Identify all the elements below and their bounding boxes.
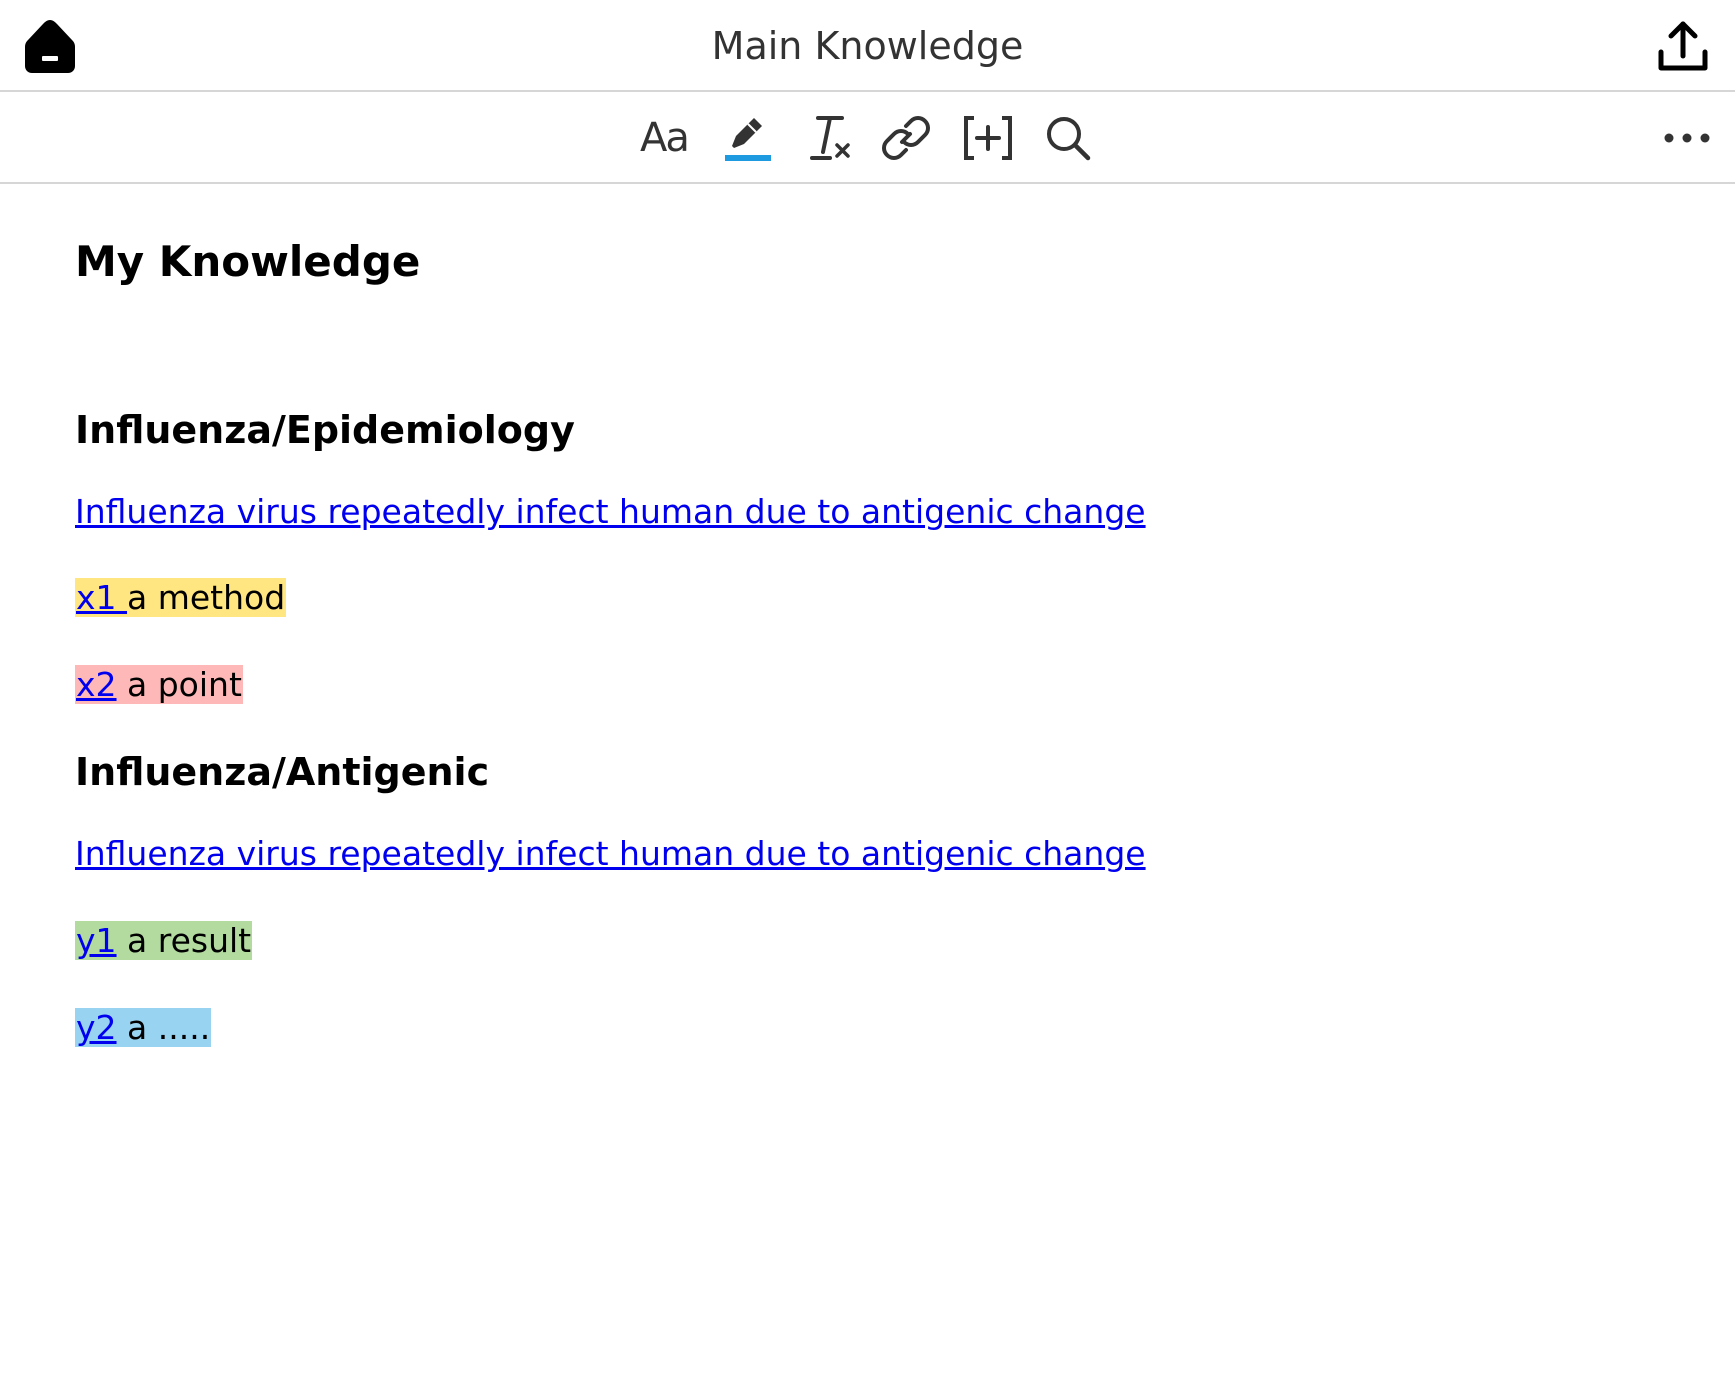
list-item: y1 a result [75, 919, 253, 963]
search-icon[interactable] [1042, 112, 1094, 164]
window-title: Main Knowledge [711, 24, 1024, 68]
item-link[interactable]: x2 [76, 665, 117, 704]
item-text: a method [127, 578, 286, 617]
item-link[interactable]: y2 [76, 1008, 117, 1047]
link-icon[interactable] [880, 112, 932, 164]
share-upload-icon[interactable] [1655, 18, 1711, 74]
highlighted-item: x2 a point [75, 665, 243, 704]
item-link[interactable]: x1 [76, 578, 127, 617]
paragraph: Influenza virus repeatedly infect human … [75, 490, 1146, 534]
list-item: y2 a ..... [75, 1006, 212, 1050]
note-link[interactable]: Influenza virus repeatedly infect human … [75, 492, 1146, 531]
document-title: My Knowledge [75, 237, 421, 286]
list-item: x1 a method [75, 576, 287, 620]
section-heading: Influenza/Epidemiology [75, 408, 575, 452]
note-link[interactable]: Influenza virus repeatedly infect human … [75, 834, 1146, 873]
section-heading: Influenza/Antigenic [75, 750, 490, 794]
highlight-color-swatch [725, 155, 771, 161]
highlighted-item: y1 a result [75, 921, 253, 960]
font-style-label: Aa [640, 115, 690, 161]
clear-format-icon[interactable] [804, 112, 856, 164]
list-item: x2 a point [75, 663, 243, 707]
more-icon[interactable] [1659, 120, 1715, 156]
item-link[interactable]: y1 [76, 921, 117, 960]
highlighter-icon[interactable] [722, 112, 774, 164]
paragraph: Influenza virus repeatedly infect human … [75, 832, 1146, 876]
formatting-toolbar: Aa [0, 92, 1735, 184]
insert-bracket-icon[interactable] [962, 112, 1014, 164]
highlighted-item: x1 a method [75, 578, 287, 617]
item-text: a point [116, 665, 242, 704]
item-text: a result [116, 921, 252, 960]
app-header: Main Knowledge [0, 0, 1735, 92]
font-style-icon[interactable]: Aa [640, 112, 692, 164]
highlighted-item: y2 a ..... [75, 1008, 212, 1047]
item-text: a ..... [116, 1008, 211, 1047]
